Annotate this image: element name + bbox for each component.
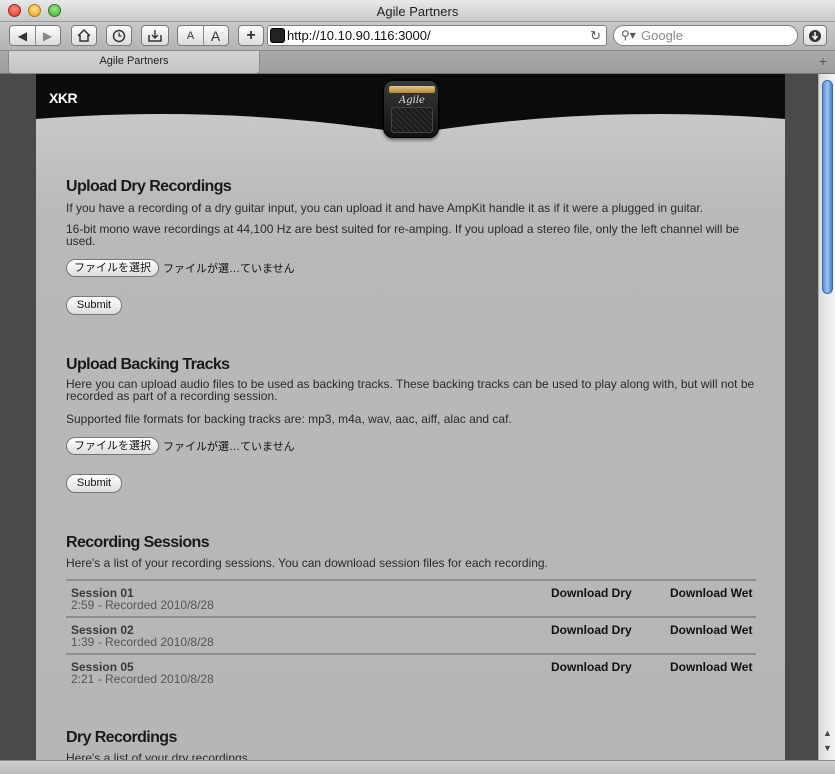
upload-dry-file-input: ファイルを選択 ファイルが選…ていません bbox=[66, 259, 295, 277]
upload-backing-heading: Upload Backing Tracks bbox=[66, 356, 230, 373]
ampkit-amp-icon: Agile bbox=[383, 80, 439, 138]
tab-bar: Agile Partners + bbox=[0, 50, 835, 74]
window-title: Agile Partners bbox=[376, 4, 459, 19]
upload-backing-file-input: ファイルを選択 ファイルが選…ていません bbox=[66, 437, 295, 455]
sessions-table: Session 01 2:59 - Recorded 2010/8/28 Dow… bbox=[66, 579, 756, 690]
page-body: XKR Agile Upload Dry Recordings If you h… bbox=[36, 74, 785, 760]
new-tab-icon[interactable]: + bbox=[819, 53, 827, 69]
tray-icon bbox=[148, 29, 162, 42]
upload-dry-desc-2: 16-bit mono wave recordings at 44,100 Hz… bbox=[66, 222, 740, 248]
dry-recordings-desc: Here's a list of your dry recordings. bbox=[66, 751, 252, 760]
status-bar bbox=[0, 760, 835, 774]
download-wet-link[interactable]: Download Wet bbox=[670, 660, 752, 674]
download-dry-link[interactable]: Download Dry bbox=[551, 660, 632, 674]
table-row: Session 05 2:21 - Recorded 2010/8/28 Dow… bbox=[66, 653, 756, 690]
upload-dry-desc-1: If you have a recording of a dry guitar … bbox=[66, 201, 704, 215]
browser-toolbar: ◀ ▶ A A + http://10.10.90.116:3000/ ↻ ⚲▾… bbox=[0, 22, 835, 50]
clock-icon bbox=[112, 29, 126, 42]
choose-file-button[interactable]: ファイルを選択 bbox=[66, 259, 159, 277]
home-icon bbox=[77, 29, 91, 42]
url-text: http://10.10.90.116:3000/ bbox=[287, 28, 431, 43]
tab-agile-partners[interactable]: Agile Partners bbox=[8, 51, 260, 74]
scroll-up-arrow-icon[interactable]: ▲ bbox=[821, 728, 834, 741]
scroll-down-arrow-icon[interactable]: ▼ bbox=[821, 743, 834, 756]
file-status: ファイルが選…ていません bbox=[163, 263, 295, 275]
table-row: Session 01 2:59 - Recorded 2010/8/28 Dow… bbox=[66, 579, 756, 616]
session-info: 1:39 - Recorded 2010/8/28 bbox=[71, 635, 214, 649]
upload-backing-submit-button[interactable]: Submit bbox=[66, 474, 122, 493]
dry-recordings-heading: Dry Recordings bbox=[66, 729, 177, 746]
search-placeholder: Google bbox=[641, 28, 683, 43]
download-dry-link[interactable]: Download Dry bbox=[551, 623, 632, 637]
back-arrow-icon[interactable]: ◀ bbox=[10, 29, 35, 43]
download-wet-link[interactable]: Download Wet bbox=[670, 623, 752, 637]
reload-icon[interactable]: ↻ bbox=[590, 26, 601, 45]
site-header: XKR Agile bbox=[36, 74, 785, 138]
recording-sessions-desc: Here's a list of your recording sessions… bbox=[66, 556, 548, 570]
upload-backing-desc-1: Here you can upload audio files to be us… bbox=[66, 377, 755, 403]
site-brand[interactable]: XKR bbox=[49, 90, 78, 106]
choose-file-button[interactable]: ファイルを選択 bbox=[66, 437, 159, 455]
download-arrow-icon bbox=[809, 29, 821, 42]
window-titlebar: Agile Partners bbox=[0, 0, 835, 22]
upload-backing-desc-2: Supported file formats for backing track… bbox=[66, 412, 512, 426]
recording-sessions-heading: Recording Sessions bbox=[66, 534, 210, 551]
site-favicon-icon bbox=[270, 28, 285, 43]
table-row: Session 02 1:39 - Recorded 2010/8/28 Dow… bbox=[66, 616, 756, 653]
scrollbar-thumb[interactable] bbox=[822, 80, 833, 294]
upload-dry-heading: Upload Dry Recordings bbox=[66, 178, 232, 195]
home-button[interactable] bbox=[71, 25, 97, 46]
address-bar[interactable]: http://10.10.90.116:3000/ ↻ bbox=[267, 25, 607, 46]
session-info: 2:21 - Recorded 2010/8/28 bbox=[71, 672, 214, 686]
upload-dry-submit-button[interactable]: Submit bbox=[66, 296, 122, 315]
history-button[interactable] bbox=[106, 25, 132, 46]
icon-logo-text: Agile bbox=[399, 95, 425, 106]
download-wet-link[interactable]: Download Wet bbox=[670, 586, 752, 600]
font-size-buttons: A A bbox=[177, 25, 229, 46]
downloads-button[interactable] bbox=[141, 25, 169, 46]
file-status: ファイルが選…ていません bbox=[163, 441, 295, 453]
session-info: 2:59 - Recorded 2010/8/28 bbox=[71, 598, 214, 612]
text-smaller-button[interactable]: A bbox=[178, 30, 203, 42]
add-bookmark-button[interactable]: + bbox=[238, 25, 264, 46]
search-icon: ⚲▾ bbox=[621, 28, 636, 42]
back-forward-buttons: ◀ ▶ bbox=[9, 25, 61, 46]
forward-arrow-icon[interactable]: ▶ bbox=[35, 29, 60, 43]
search-field[interactable]: ⚲▾ Google bbox=[613, 25, 798, 46]
text-bigger-button[interactable]: A bbox=[203, 28, 228, 44]
page-viewport: XKR Agile Upload Dry Recordings If you h… bbox=[0, 74, 818, 760]
vertical-scrollbar[interactable]: ▲ ▼ bbox=[818, 74, 835, 760]
download-dry-link[interactable]: Download Dry bbox=[551, 586, 632, 600]
downloads-status-button[interactable] bbox=[803, 25, 827, 46]
